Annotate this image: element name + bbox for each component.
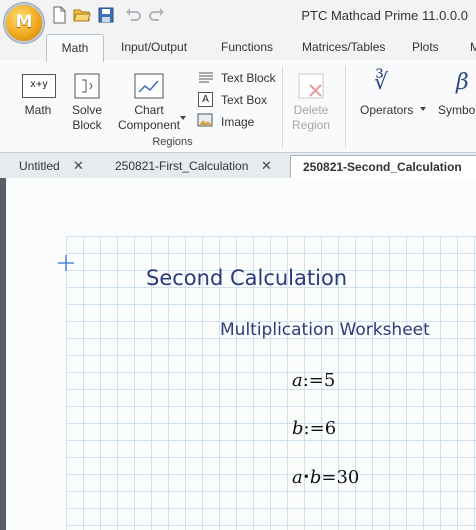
worksheet-title[interactable]: Second Calculation	[146, 266, 347, 290]
chart-component-icon	[134, 73, 164, 99]
solve-block-icon	[74, 73, 100, 99]
undo-icon[interactable]	[124, 6, 142, 24]
app-logo-letter: M	[15, 12, 33, 32]
ribbon-group-separator	[345, 66, 346, 148]
tab-functions[interactable]: Functions	[221, 40, 273, 54]
text-box-button[interactable]: Text Box	[221, 93, 267, 108]
solve-block-label-2: Block	[72, 118, 102, 132]
tab-matrices-tables[interactable]: Matrices/Tables	[302, 40, 385, 54]
variable-b: b	[309, 467, 322, 488]
close-icon[interactable]: ✕	[261, 158, 272, 174]
tab-math-label: Math	[61, 41, 89, 55]
text-block-button[interactable]: Text Block	[221, 71, 276, 86]
definition-operator: :=	[302, 370, 324, 391]
definition-operator: :=	[303, 418, 325, 439]
multiply-operator: •	[302, 470, 310, 484]
redo-icon[interactable]	[148, 6, 166, 24]
image-icon	[197, 113, 213, 127]
open-folder-icon[interactable]	[73, 6, 91, 24]
doc-tab-second-calculation[interactable]: 250821-Second_Calculation	[290, 155, 476, 178]
delete-region-button[interactable]: Delete Region	[285, 103, 337, 133]
variable-b: b	[292, 418, 304, 439]
doc-tab-first-calculation[interactable]: 250821-First_Calculation ✕	[98, 155, 284, 177]
value-a: 5	[323, 370, 336, 391]
value-b: 6	[324, 418, 337, 439]
doc-tab-label: 250821-First_Calculation	[115, 159, 249, 173]
window-title: PTC Mathcad Prime 11.0.0.0	[301, 8, 468, 23]
chart-component-label-1: Chart	[134, 103, 164, 117]
ribbon-group-regions-label: Regions	[152, 136, 193, 148]
math-region-icon: x+y	[22, 74, 56, 98]
solve-block-button[interactable]: Solve Block	[62, 103, 112, 133]
symbols-button[interactable]: Symbols	[438, 103, 476, 118]
doc-tab-label: Untitled	[19, 159, 60, 173]
chart-component-dropdown-icon[interactable]	[180, 116, 186, 120]
chart-component-button[interactable]: Chart Component	[114, 103, 184, 133]
tab-math[interactable]: Math	[46, 34, 104, 62]
math-icon-text: x+y	[29, 79, 49, 90]
operators-icon: ∛	[374, 70, 389, 95]
tab-plots[interactable]: Plots	[412, 40, 439, 54]
solve-block-label-1: Solve	[71, 103, 103, 117]
product-result: 30	[336, 467, 360, 488]
math-button[interactable]: Math	[14, 103, 62, 118]
math-region-b[interactable]: b:=6	[292, 418, 336, 439]
operators-dropdown-icon[interactable]	[420, 107, 426, 111]
variable-a: a	[292, 370, 303, 391]
text-box-icon: A	[198, 92, 213, 107]
math-region-product[interactable]: a•b=30	[292, 467, 359, 488]
close-icon[interactable]: ✕	[73, 158, 84, 174]
save-icon[interactable]	[97, 6, 115, 24]
delete-region-label-2: Region	[291, 118, 331, 132]
chart-component-label-2: Component	[117, 118, 181, 132]
text-block-icon	[199, 72, 213, 83]
math-region-a[interactable]: a:=5	[292, 370, 335, 391]
insertion-crosshair-icon	[58, 255, 74, 271]
symbols-icon: β	[456, 70, 469, 95]
operators-button[interactable]: Operators	[360, 103, 413, 118]
app-logo-button[interactable]: M	[4, 3, 44, 43]
tab-more[interactable]: M	[470, 40, 476, 54]
doc-tab-label: 250821-Second_Calculation	[303, 160, 462, 174]
new-document-icon[interactable]	[50, 6, 68, 24]
delete-region-label-1: Delete	[293, 103, 329, 117]
worksheet-subtitle[interactable]: Multiplication Worksheet	[220, 320, 430, 340]
variable-a: a	[292, 467, 303, 488]
delete-region-icon	[298, 73, 324, 99]
doc-tab-untitled[interactable]: Untitled ✕	[0, 155, 98, 177]
equals-operator: =	[321, 467, 337, 488]
image-button[interactable]: Image	[221, 115, 254, 130]
tab-input-output[interactable]: Input/Output	[121, 40, 187, 54]
